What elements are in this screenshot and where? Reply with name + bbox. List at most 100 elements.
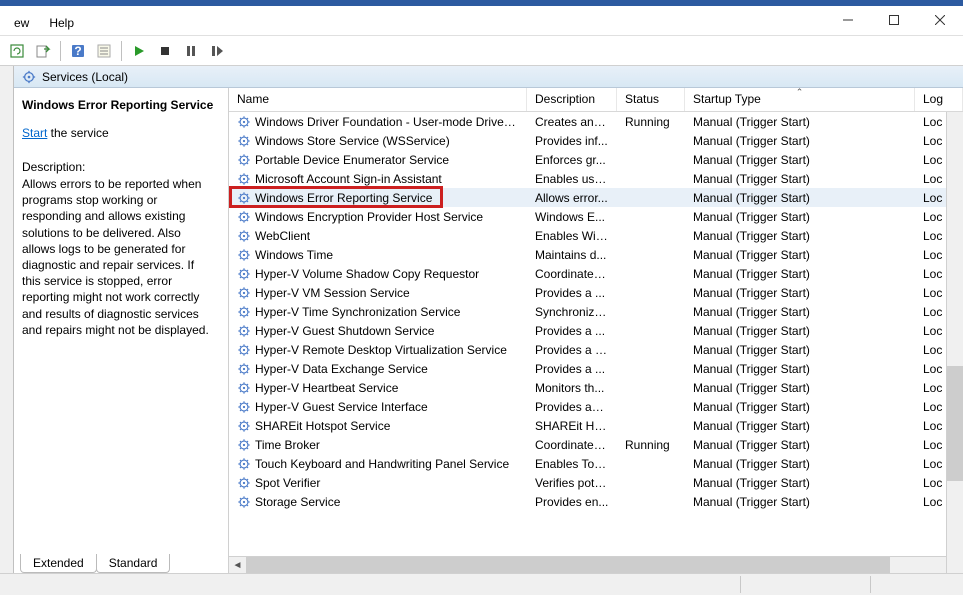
cell-status [617,292,685,294]
export-button[interactable] [31,39,55,63]
services-tree-header[interactable]: Services (Local) [14,66,963,88]
service-row[interactable]: Portable Device Enumerator ServiceEnforc… [229,150,963,169]
cell-description: Provides a ... [527,323,617,339]
service-gear-icon [237,457,251,471]
minimize-button[interactable] [825,6,871,34]
toolbar: ? [0,36,963,66]
content-pane: Services (Local) Windows Error Reporting… [14,66,963,573]
cell-startup: Manual (Trigger Start) [685,494,915,510]
service-row[interactable]: Microsoft Account Sign-in AssistantEnabl… [229,169,963,188]
stop-service-button[interactable] [153,39,177,63]
cell-name: Microsoft Account Sign-in Assistant [229,171,527,187]
service-row[interactable]: Hyper-V Heartbeat ServiceMonitors th...M… [229,378,963,397]
cell-startup: Manual (Trigger Start) [685,380,915,396]
menubar: ew Help [0,10,963,36]
service-row[interactable]: SHAREit Hotspot ServiceSHAREit Ho...Manu… [229,416,963,435]
service-row[interactable]: Hyper-V Guest Service InterfaceProvides … [229,397,963,416]
cell-status [617,197,685,199]
service-gear-icon [237,400,251,414]
service-row[interactable]: Windows Encryption Provider Host Service… [229,207,963,226]
start-service-line: Start the service [22,126,216,140]
pause-service-button[interactable] [179,39,203,63]
description-text: Allows errors to be reported when progra… [22,176,216,338]
cell-name: Hyper-V Time Synchronization Service [229,304,527,320]
menu-help[interactable]: Help [39,13,84,33]
cell-startup: Manual (Trigger Start) [685,171,915,187]
cell-status [617,463,685,465]
restart-service-button[interactable] [205,39,229,63]
cell-description: Provides inf... [527,133,617,149]
cell-status [617,254,685,256]
service-row[interactable]: Touch Keyboard and Handwriting Panel Ser… [229,454,963,473]
titlebar-accent [0,0,963,6]
start-service-button[interactable] [127,39,151,63]
scroll-track[interactable] [246,557,946,574]
cell-description: Enables Win... [527,228,617,244]
scroll-thumb[interactable] [246,557,890,574]
service-row[interactable]: Windows Driver Foundation - User-mode Dr… [229,112,963,131]
refresh-button[interactable] [5,39,29,63]
service-row[interactable]: Hyper-V Volume Shadow Copy RequestorCoor… [229,264,963,283]
service-row[interactable]: Hyper-V VM Session ServiceProvides a ...… [229,283,963,302]
service-row[interactable]: Hyper-V Data Exchange ServiceProvides a … [229,359,963,378]
service-gear-icon [237,210,251,224]
cell-status [617,482,685,484]
cell-name: Windows Store Service (WSService) [229,133,527,149]
status-separator [740,576,741,593]
service-row[interactable]: Windows TimeMaintains d...Manual (Trigge… [229,245,963,264]
vertical-scrollbar[interactable] [946,112,963,573]
service-row[interactable]: Storage ServiceProvides en...Manual (Tri… [229,492,963,511]
service-row[interactable]: WebClientEnables Win...Manual (Trigger S… [229,226,963,245]
column-header-startup[interactable]: Startup Type⌃ [685,88,915,111]
cell-description: Verifies pote... [527,475,617,491]
service-row[interactable]: Hyper-V Guest Shutdown ServiceProvides a… [229,321,963,340]
service-row[interactable]: Spot VerifierVerifies pote...Manual (Tri… [229,473,963,492]
service-row[interactable]: Hyper-V Time Synchronization ServiceSync… [229,302,963,321]
column-header-status[interactable]: Status [617,88,685,111]
cell-status [617,273,685,275]
service-row[interactable]: Windows Error Reporting ServiceAllows er… [229,188,963,207]
column-header-description[interactable]: Description [527,88,617,111]
tab-standard[interactable]: Standard [96,554,171,573]
services-icon [22,70,36,84]
help-button[interactable]: ? [66,39,90,63]
cell-status [617,501,685,503]
properties-button[interactable] [92,39,116,63]
horizontal-scrollbar[interactable]: ◄ ► [229,556,963,573]
column-header-name[interactable]: Name [229,88,527,111]
cell-description: Enables use... [527,171,617,187]
start-service-link[interactable]: Start [22,126,47,140]
column-header-logon[interactable]: Log [915,88,963,111]
cell-name: Touch Keyboard and Handwriting Panel Ser… [229,456,527,472]
close-button[interactable] [917,6,963,34]
service-row[interactable]: Time BrokerCoordinates...RunningManual (… [229,435,963,454]
list-header: Name Description Status Startup Type⌃ Lo… [229,88,963,112]
cell-description: Provides a ... [527,361,617,377]
service-row[interactable]: Hyper-V Remote Desktop Virtualization Se… [229,340,963,359]
scroll-left-button[interactable]: ◄ [229,557,246,574]
service-gear-icon [237,134,251,148]
description-label: Description: [22,160,216,174]
service-row[interactable]: Windows Store Service (WSService)Provide… [229,131,963,150]
cell-description: Windows E... [527,209,617,225]
cell-startup: Manual (Trigger Start) [685,266,915,282]
cell-startup: Manual (Trigger Start) [685,399,915,415]
cell-startup: Manual (Trigger Start) [685,342,915,358]
view-tabs: Extended Standard [20,554,169,573]
svg-text:?: ? [74,44,81,58]
maximize-button[interactable] [871,6,917,34]
service-gear-icon [237,419,251,433]
cell-status [617,406,685,408]
cell-description: Enables Tou... [527,456,617,472]
list-body[interactable]: Windows Driver Foundation - User-mode Dr… [229,112,963,556]
vscroll-thumb[interactable] [947,366,963,481]
cell-description: Monitors th... [527,380,617,396]
status-bar [0,573,963,595]
cell-startup: Manual (Trigger Start) [685,247,915,263]
tab-extended[interactable]: Extended [20,554,97,573]
cell-name: Hyper-V Data Exchange Service [229,361,527,377]
menu-view[interactable]: ew [4,13,39,33]
service-gear-icon [237,362,251,376]
cell-startup: Manual (Trigger Start) [685,437,915,453]
service-gear-icon [237,115,251,129]
